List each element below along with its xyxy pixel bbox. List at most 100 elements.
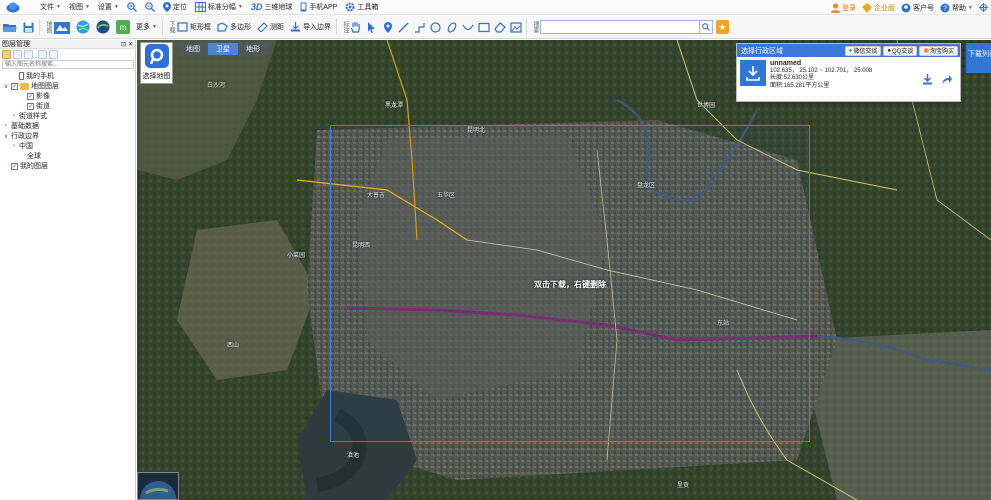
login-button[interactable]: 登录 [828,0,859,15]
taobao-button[interactable]: ▣ 淘宝购买 [919,45,958,56]
tab-map[interactable]: 地图 [178,43,208,55]
zoom-out-button[interactable] [141,0,159,15]
svg-text:?: ? [943,5,947,12]
arc-tool-button[interactable] [460,18,476,36]
layer-panel-header: 图层管理 ⊡ ✕ [0,40,135,49]
star-icon: ★ [718,21,727,32]
earth-source-button[interactable] [73,17,93,38]
select-tool-button[interactable] [364,18,380,36]
layer-tree-item[interactable]: › 基础数据 [0,121,135,131]
layer-tree-label: 我的图层 [20,163,48,170]
save-button[interactable] [20,17,37,38]
chevron-down-icon[interactable]: ∨ [3,83,9,90]
layer-tree-item[interactable]: 全球 [0,151,135,161]
polyline-tool-button[interactable] [412,18,428,36]
add-folder-icon[interactable] [2,50,11,59]
choose-map-button[interactable]: 选择地图 [140,42,173,84]
tab-satellite[interactable]: 卫星 [208,43,238,55]
favorites-button[interactable]: ★ [715,20,729,34]
layer-search-input[interactable] [2,60,134,69]
map-label: 呈贡 [677,483,690,489]
menu-settings[interactable]: 设置 ▼ [94,0,123,15]
open-layer-icon[interactable] [24,50,33,59]
layer-tree-item[interactable]: ✓ 我的图层 [0,161,135,171]
rect-draw-tool-button[interactable] [476,18,492,36]
tab-terrain[interactable]: 地形 [238,43,268,55]
layer-checkbox[interactable]: ✓ [27,92,34,100]
locate-button[interactable]: 定位 [159,0,191,15]
mobile-app-button[interactable]: 手机APP [296,0,341,15]
map-extra-button[interactable]: m [113,17,133,38]
layer-tree-item[interactable]: ∨ ✓ 地图图层 [0,81,135,91]
toolbar-divider [335,19,337,35]
hand-icon [351,22,361,33]
more-menu-button[interactable] [976,0,991,15]
satellite-source-button[interactable] [93,17,113,38]
share-icon[interactable] [941,74,952,85]
line-tool-button[interactable] [396,18,412,36]
marker-tool-button[interactable] [380,18,396,36]
map-view[interactable]: 选择地图 地图 卫星 地形 黑龙潭 昆明北 白沙河 昆明西 大普吉 小菜园 西山… [137,40,991,500]
layer-tree-label: 影像 [36,93,50,100]
download-region-button[interactable] [740,60,766,86]
pan-tool-button[interactable] [348,18,364,36]
ellipse-tool-button[interactable] [444,18,460,36]
zoom-in-button[interactable] [123,0,141,15]
layer-search-icon[interactable] [49,50,58,59]
screenshot-tool-button[interactable] [508,18,524,36]
layer-checkbox[interactable]: ✓ [11,162,18,170]
satellite-globe-icon [96,20,110,34]
chevron-right-icon[interactable]: › [11,113,17,119]
region-info-header: 选择行政区域 ● 微信交谈 ● QQ交谈 ▣ 淘宝购买 [737,44,960,57]
tile-standard-menu[interactable]: 标准分幅 ▼ [191,0,247,15]
customer-button[interactable]: 客户号 [898,0,937,15]
rectangle-select-button[interactable]: 矩形框 [174,17,214,38]
map-type-tabs: 地图 卫星 地形 [177,42,269,56]
layer-tree-item[interactable]: 我的手机 [0,71,135,81]
ellipse-icon [447,21,457,33]
import-boundary-button[interactable]: 导入边界 [287,17,334,38]
more-maps-button[interactable]: 更多 ▼ [133,17,160,38]
measure-button[interactable]: 测距 [254,17,287,38]
help-menu[interactable]: ? 帮助 ▼ [937,0,976,15]
layer-tree-item[interactable]: ✓ 街道 [0,101,135,111]
layer-tree-item[interactable]: › 街道样式 [0,111,135,121]
search-group-label: 搜索 [531,21,538,33]
menu-file[interactable]: 文件 ▼ [36,0,65,15]
mini-globe[interactable] [137,472,179,500]
toolbox-button[interactable]: 工具箱 [341,0,382,15]
polygon-select-button[interactable]: 多边形 [214,17,254,38]
map-badge-icon: m [116,20,130,34]
wechat-icon: ● [848,47,853,54]
chevron-down-icon[interactable]: ∨ [3,133,9,140]
gear-icon [345,2,355,12]
download-list-button[interactable]: 下载列表 [966,43,991,73]
erase-tool-button[interactable] [492,18,508,36]
layer-tree-item[interactable]: › 中国 [0,141,135,151]
layer-tree-item[interactable]: ∨ 行政边界 [0,131,135,141]
circle-tool-button[interactable] [428,18,444,36]
download-arrow-icon[interactable] [922,74,933,85]
layer-checkbox[interactable]: ✓ [27,102,34,110]
enterprise-button[interactable]: 企业版 [859,0,898,15]
pin-icon[interactable]: ⊡ [121,41,126,48]
open-folder-button[interactable] [0,17,20,38]
layer-tree-item[interactable]: ✓ 影像 [0,91,135,101]
help-icon: ? [940,3,950,12]
threed-earth-button[interactable]: 3D 三维地球 [247,0,297,15]
save-layer-icon[interactable] [13,50,22,59]
app-logo[interactable] [0,0,26,15]
search-button[interactable] [699,20,713,34]
chevron-right-icon[interactable]: › [11,143,17,149]
map-source-button[interactable] [51,17,73,38]
chevron-right-icon[interactable]: › [3,123,9,129]
menu-view[interactable]: 视图 ▼ [65,0,94,15]
import-icon [290,22,300,32]
layer-tree-label: 全球 [27,153,41,160]
search-input[interactable] [539,20,700,34]
layer-checkbox[interactable]: ✓ [11,82,18,90]
close-icon[interactable]: ✕ [128,41,133,48]
qq-button[interactable]: ● QQ交谈 [883,45,918,56]
layer-settings-icon[interactable] [38,50,47,59]
wechat-button[interactable]: ● 微信交谈 [844,45,882,56]
